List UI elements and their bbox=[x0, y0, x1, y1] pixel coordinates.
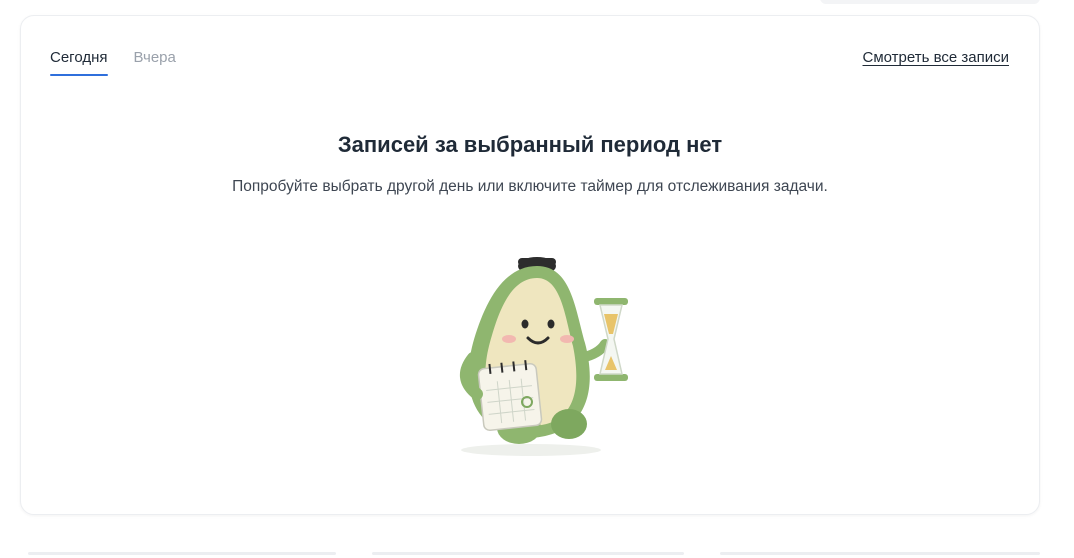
empty-state-title: Записей за выбранный период нет bbox=[337, 132, 723, 157]
time-entries-card: Сегодня Вчера Смотреть все записи Записе… bbox=[20, 15, 1040, 515]
tab-yesterday[interactable]: Вчера bbox=[134, 49, 176, 75]
bottom-cards-edge bbox=[0, 548, 1074, 558]
tab-today[interactable]: Сегодня bbox=[50, 49, 108, 76]
view-all-entries-link[interactable]: Смотреть все записи bbox=[863, 49, 1009, 67]
empty-state-subtitle: Попробуйте выбрать другой день или включ… bbox=[232, 178, 828, 195]
period-tabs: Сегодня Вчера bbox=[50, 49, 176, 76]
top-toolbar-edge bbox=[820, 0, 1040, 4]
avocado-mascot-illustration bbox=[460, 257, 628, 456]
